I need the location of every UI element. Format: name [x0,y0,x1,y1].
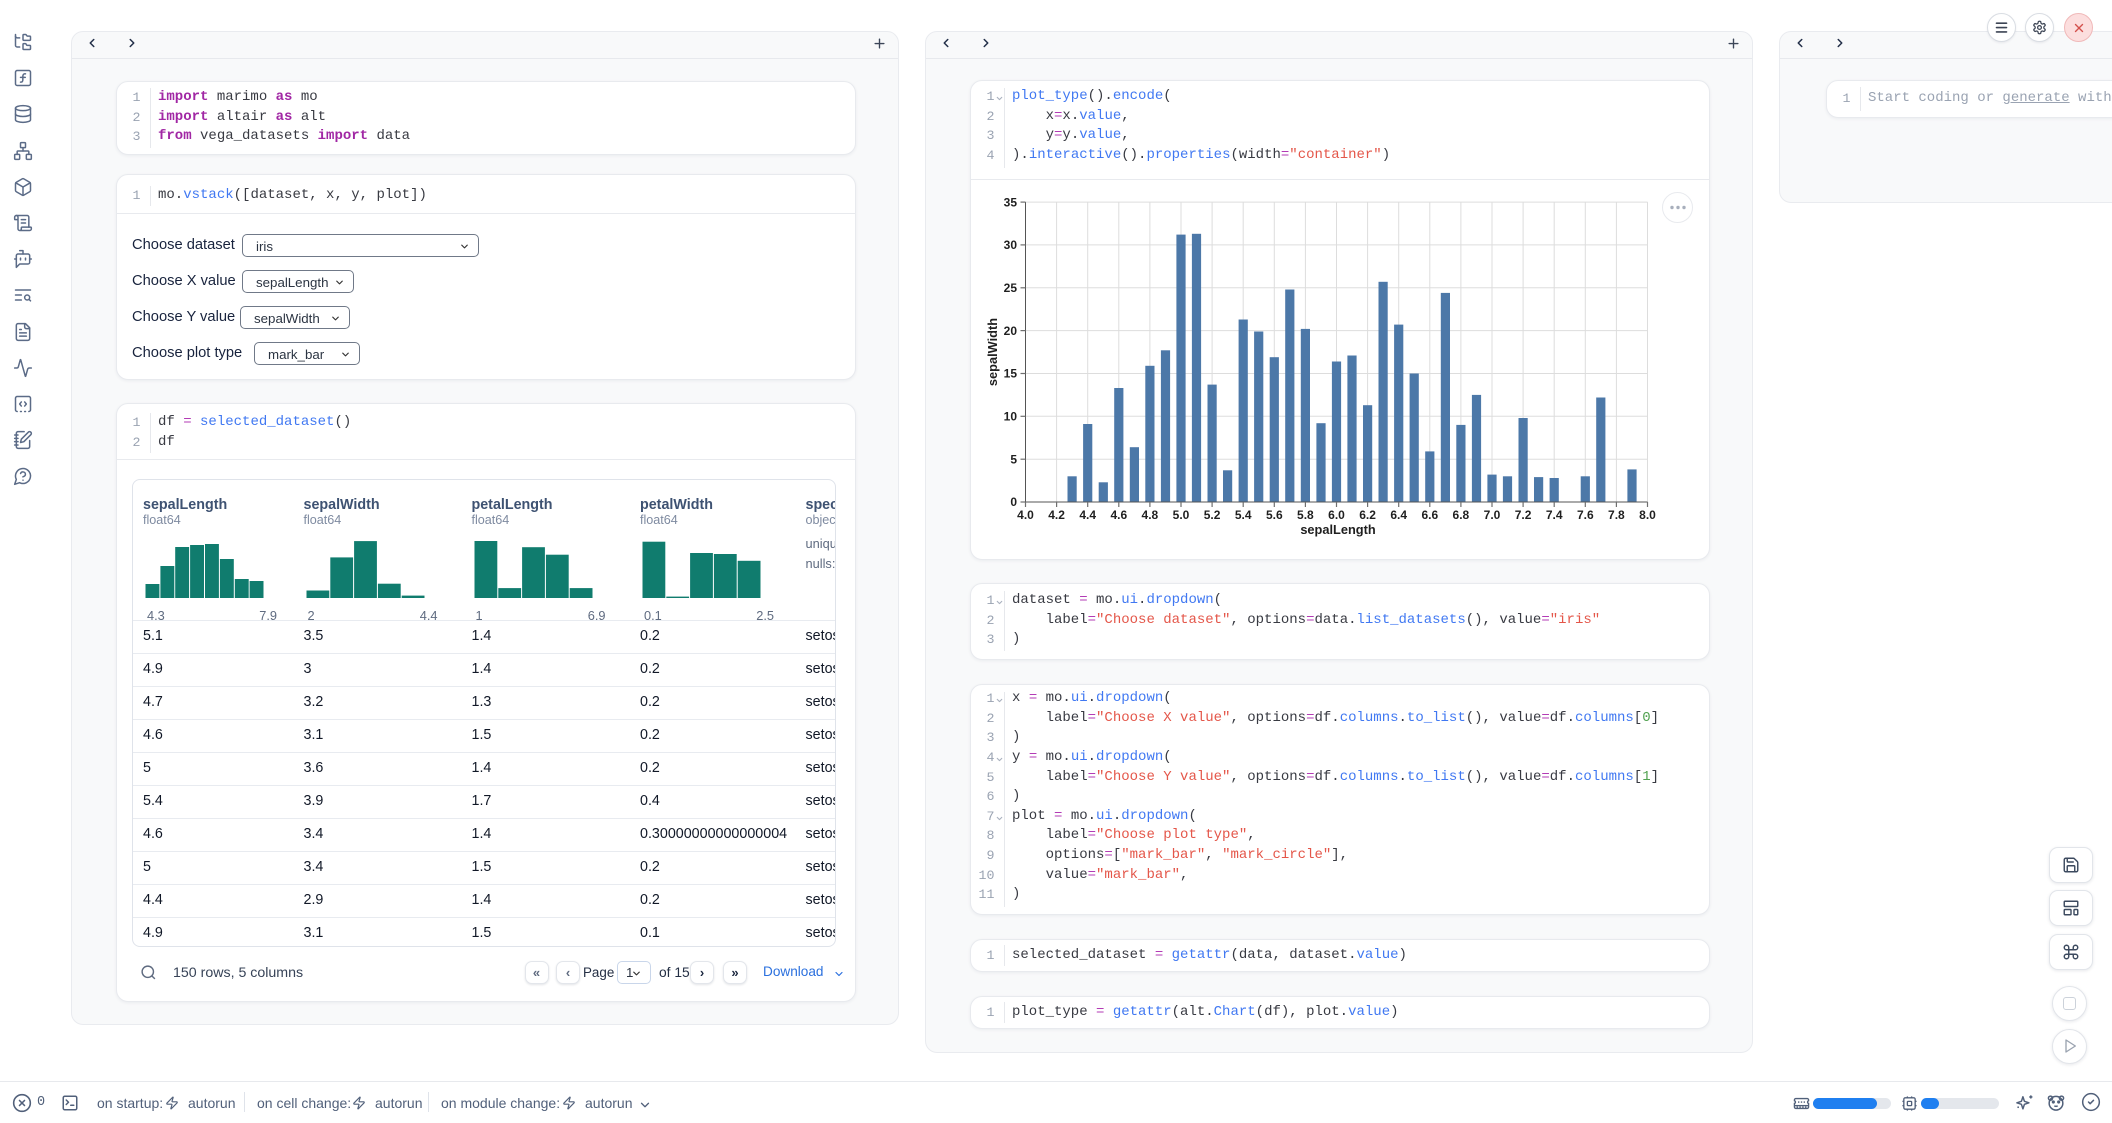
svg-text:20: 20 [1004,324,1018,338]
svg-text:5.8: 5.8 [1297,508,1314,522]
svg-text:5.6: 5.6 [1266,508,1283,522]
svg-text:6.8: 6.8 [1453,508,1470,522]
svg-text:6.2: 6.2 [1359,508,1376,522]
svg-text:7.6: 7.6 [1577,508,1594,522]
svg-text:7.2: 7.2 [1515,508,1532,522]
svg-text:sepalWidth: sepalWidth [985,318,1000,386]
svg-text:5: 5 [1010,452,1017,466]
svg-text:sepalLength: sepalLength [1300,522,1376,537]
svg-text:15: 15 [1004,367,1018,381]
svg-text:6.0: 6.0 [1328,508,1345,522]
svg-text:7.0: 7.0 [1484,508,1501,522]
svg-text:4.2: 4.2 [1048,508,1065,522]
svg-text:5.0: 5.0 [1173,508,1190,522]
svg-text:25: 25 [1004,281,1018,295]
svg-text:5.4: 5.4 [1235,508,1252,522]
svg-text:35: 35 [1004,195,1018,209]
svg-text:4.8: 4.8 [1142,508,1159,522]
svg-text:6.4: 6.4 [1390,508,1407,522]
svg-text:7.4: 7.4 [1546,508,1563,522]
svg-text:0: 0 [1010,495,1017,509]
svg-text:5.2: 5.2 [1204,508,1221,522]
svg-text:7.8: 7.8 [1608,508,1625,522]
svg-text:4.6: 4.6 [1110,508,1127,522]
svg-text:4.0: 4.0 [1017,508,1034,522]
svg-text:6.6: 6.6 [1421,508,1438,522]
svg-text:10: 10 [1004,410,1018,424]
svg-text:4.4: 4.4 [1079,508,1096,522]
svg-text:30: 30 [1004,238,1018,252]
svg-text:8.0: 8.0 [1639,508,1656,522]
